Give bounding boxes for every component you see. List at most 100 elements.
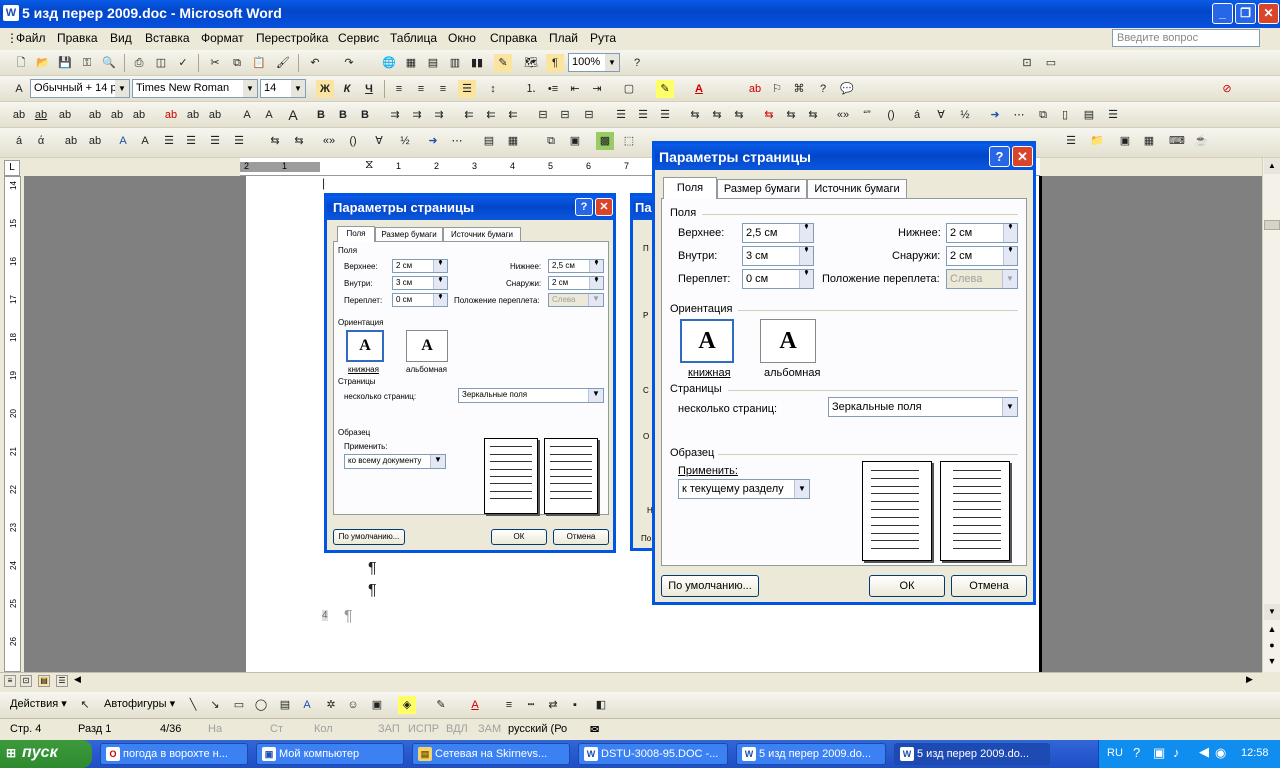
preview-icon[interactable]: ◫ <box>152 54 170 72</box>
tool-a-x-icon[interactable]: A <box>114 132 132 150</box>
tool-break2-icon[interactable]: ⇆ <box>290 132 308 150</box>
zoom-select[interactable]: 100% ▼ <box>568 53 620 72</box>
tab-margins[interactable]: Поля <box>337 226 375 242</box>
tables-borders-icon[interactable]: ▦ <box>402 54 420 72</box>
callout-icon[interactable]: 💬 <box>838 80 856 98</box>
save-icon[interactable]: 💾 <box>56 54 74 72</box>
tool-a-cross-icon[interactable]: ά <box>32 132 50 150</box>
decrease-indent-icon[interactable]: ⇤ <box>566 80 584 98</box>
numbering-icon[interactable]: ⒈ <box>522 80 540 98</box>
font-size-select[interactable]: 14 ▼ <box>260 79 306 98</box>
ok-button[interactable]: ОК <box>869 575 945 597</box>
insert-table-icon[interactable]: ▤ <box>424 54 442 72</box>
tab-selector[interactable]: L <box>4 160 20 176</box>
picture-icon[interactable]: ▣ <box>368 696 386 714</box>
tool-ab-icon[interactable]: ab <box>10 106 28 124</box>
normal-view-icon[interactable]: ≡ <box>4 675 16 687</box>
research-icon[interactable]: ⊡ <box>1018 54 1036 72</box>
tool-v2-icon[interactable]: ∀ <box>370 132 388 150</box>
tool-arrow-icon[interactable]: ➜ <box>986 106 1004 124</box>
ask-question-input[interactable]: Введите вопрос <box>1112 29 1260 47</box>
cancel-button[interactable]: Отмена <box>553 529 609 545</box>
tool-para5-icon[interactable]: ⇇ <box>482 106 500 124</box>
tray-network-icon[interactable]: ▣ <box>1153 745 1165 761</box>
help-icon[interactable]: ? <box>575 198 593 216</box>
tool-parens2-icon[interactable]: () <box>344 132 362 150</box>
gutter-spinner[interactable]: 0 см ▲ ▼ <box>742 269 814 289</box>
tool-r3-icon[interactable]: ⇆ <box>730 106 748 124</box>
reading-layout-icon[interactable]: ▭ <box>1042 54 1060 72</box>
tool-big-a-icon[interactable]: A <box>284 106 302 124</box>
status-overtype[interactable]: ЗАМ <box>478 723 501 735</box>
diagram-icon[interactable]: ✲ <box>322 696 340 714</box>
tool-frac2-icon[interactable]: ½ <box>396 132 414 150</box>
help-icon[interactable]: ? <box>628 54 646 72</box>
tool-grid-icon[interactable]: ▦ <box>1140 132 1158 150</box>
tool-dots2-icon[interactable]: ⋯ <box>448 132 466 150</box>
line-icon[interactable]: ╲ <box>184 696 202 714</box>
3d-icon[interactable]: ◧ <box>592 696 610 714</box>
tool-ab-over-icon[interactable]: ab <box>56 106 74 124</box>
close-icon[interactable]: ✕ <box>595 198 613 216</box>
status-track[interactable]: ИСПР <box>408 723 439 735</box>
outline-view-icon[interactable]: ☰ <box>56 675 68 687</box>
tool-rect-icon[interactable]: ▯ <box>1056 106 1074 124</box>
help-icon[interactable]: ? <box>989 146 1010 167</box>
bottom-margin-spinner[interactable]: 2,5 см ▲ ▼ <box>548 259 604 273</box>
landscape-option[interactable]: A <box>760 319 816 363</box>
bullets-icon[interactable]: •≡ <box>544 80 562 98</box>
copy-icon[interactable]: ⧉ <box>228 54 246 72</box>
tool-object-icon[interactable]: ▣ <box>1116 132 1134 150</box>
indent-marker-icon[interactable]: ⧖ <box>365 157 373 172</box>
tab-paper-source[interactable]: Источник бумаги <box>807 179 907 199</box>
scroll-left-icon[interactable]: ◀ <box>74 674 81 685</box>
taskbar-button-opera[interactable]: Oпогода в ворохте н... <box>100 743 248 765</box>
tab-margins[interactable]: Поля <box>663 177 717 199</box>
redo-icon[interactable]: ↷ <box>340 54 358 72</box>
tool-j1-icon[interactable]: ☰ <box>612 106 630 124</box>
scroll-thumb[interactable] <box>1264 220 1280 230</box>
close-icon[interactable]: ✕ <box>1012 146 1033 167</box>
tray-expand-icon[interactable]: ◀ <box>1199 744 1209 760</box>
portrait-option[interactable]: A <box>346 330 384 362</box>
start-button[interactable]: ⊞ пуск <box>0 740 92 768</box>
tool-ab-box2-icon[interactable]: ab <box>86 132 104 150</box>
menu-help[interactable]: Справка <box>490 31 537 45</box>
tool-r4-icon[interactable]: ⇆ <box>760 106 778 124</box>
arrow-icon[interactable]: ↘ <box>206 696 224 714</box>
tool-small-a-icon[interactable]: A <box>238 106 256 124</box>
tool-r5-icon[interactable]: ⇆ <box>782 106 800 124</box>
line-spacing-icon[interactable]: ↕ <box>484 80 502 98</box>
tool-para3-icon[interactable]: ⇉ <box>430 106 448 124</box>
rectangle-icon[interactable]: ▭ <box>230 696 248 714</box>
line-style-icon[interactable]: ≡ <box>500 696 518 714</box>
tool-cup-icon[interactable]: ☕ <box>1192 132 1210 150</box>
new-document-icon[interactable]: 🗋 <box>12 54 30 72</box>
permission-icon[interactable]: ⚿ <box>78 54 96 72</box>
font-select[interactable]: Times New Roman ▼ <box>132 79 258 98</box>
tool-frac-icon[interactable]: ½ <box>956 106 974 124</box>
tool-ab2-icon[interactable]: ab <box>86 106 104 124</box>
tool-b3-icon[interactable]: B <box>356 106 374 124</box>
print-icon[interactable]: ⎙ <box>130 54 148 72</box>
taskbar-button-dstu[interactable]: W DSTU-3008-95.DOC -... <box>578 743 728 765</box>
tool-b2-icon[interactable]: B <box>334 106 352 124</box>
multiple-pages-select[interactable]: Зеркальные поля ▼ <box>458 388 604 403</box>
tool-para4-icon[interactable]: ⇇ <box>460 106 478 124</box>
document-map-icon[interactable]: 🗺 <box>522 54 540 72</box>
tool-v-icon[interactable]: ∀ <box>932 106 950 124</box>
borders-icon[interactable]: ▢ <box>620 80 638 98</box>
tool-para2-icon[interactable]: ⇉ <box>408 106 426 124</box>
landscape-option[interactable]: A <box>406 330 448 362</box>
gutter-position-select[interactable]: Слева ▼ <box>548 293 604 307</box>
tab-paper-source[interactable]: Источник бумаги <box>443 227 521 242</box>
tool-r1-icon[interactable]: ⇆ <box>686 106 704 124</box>
highlight-icon[interactable]: ✎ <box>656 80 674 98</box>
tool-dots-icon[interactable]: ⋯ <box>1010 106 1028 124</box>
columns-icon[interactable]: ▮▮ <box>468 54 486 72</box>
portrait-option[interactable]: A <box>680 319 734 363</box>
insert-excel-icon[interactable]: ▥ <box>446 54 464 72</box>
oval-icon[interactable]: ◯ <box>252 696 270 714</box>
tool-dotted-icon[interactable]: ⬚ <box>620 132 638 150</box>
minimize-button[interactable]: _ <box>1212 3 1233 24</box>
